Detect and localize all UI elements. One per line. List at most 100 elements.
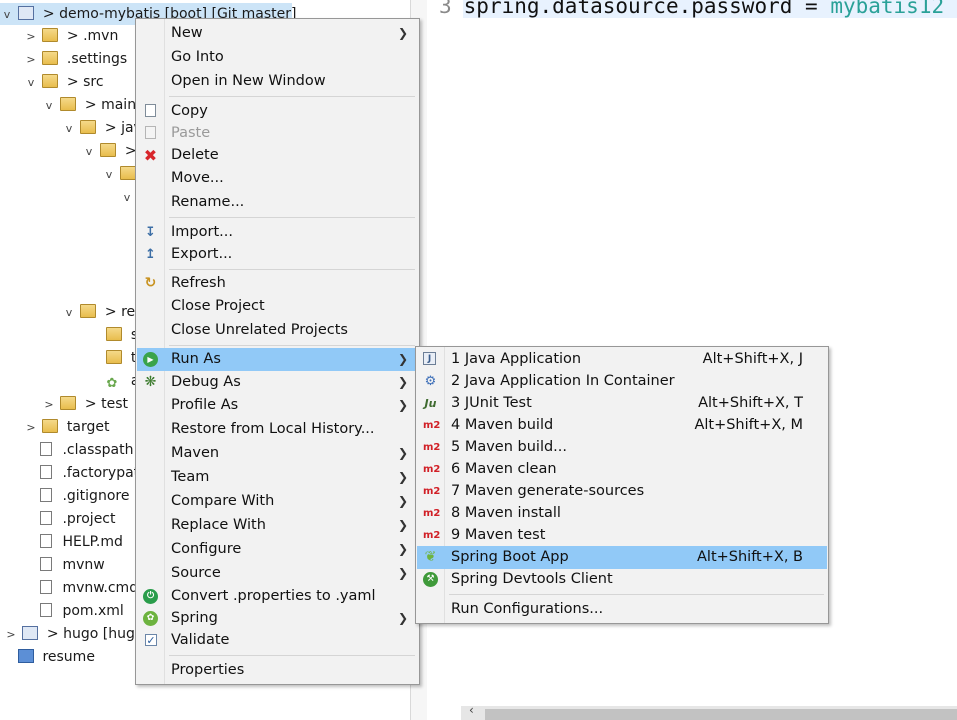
menu-item-profile-as[interactable]: Profile As ❯ [137, 394, 418, 417]
menu-label: Close Project [171, 298, 265, 314]
submenu-item-spring-boot-app[interactable]: ❦ Spring Boot App Alt+Shift+X, B [417, 546, 827, 569]
menu-item-debug-as[interactable]: ❋ Debug As ❯ [137, 371, 418, 394]
collapse-icon[interactable]: v [102, 164, 116, 186]
menu-item-compare-with[interactable]: Compare With ❯ [137, 490, 418, 513]
submenu-item-junit-test[interactable]: Ju 3 JUnit Test Alt+Shift+X, T [417, 392, 827, 415]
maven-icon: m2 [423, 464, 441, 475]
submenu-item-maven-build[interactable]: m2 4 Maven build Alt+Shift+X, M [417, 414, 827, 437]
tree-item-package[interactable]: v > [82, 140, 137, 162]
menu-item-validate[interactable]: ✓ Validate [137, 629, 418, 652]
tree-project-resume[interactable]: resume [18, 646, 95, 668]
expand-icon[interactable]: > [42, 394, 56, 416]
tree-item-resources[interactable]: v > re [62, 301, 135, 323]
menu-label: Export... [171, 246, 233, 262]
menu-item-configure[interactable]: Configure ❯ [137, 538, 418, 561]
menu-label: Run Configurations... [451, 601, 604, 617]
menu-item-properties[interactable]: Properties [137, 659, 418, 682]
menu-item-delete[interactable]: ✖ Delete [137, 144, 418, 167]
expand-icon[interactable]: > [4, 624, 18, 646]
menu-label: 7 Maven generate-sources [451, 483, 645, 499]
tree-item-project-file[interactable]: .project [38, 508, 116, 530]
export-icon: ↥ [145, 247, 156, 262]
tree-item-settings[interactable]: > .settings [24, 48, 127, 70]
menu-separator [449, 594, 824, 595]
menu-label: Convert .properties to .yaml [171, 588, 376, 604]
tree-item-classpath[interactable]: .classpath [38, 439, 134, 461]
menu-label: New [171, 25, 203, 41]
submenu-arrow-icon: ❯ [397, 398, 408, 412]
submenu-item-maven-build-dialog[interactable]: m2 5 Maven build... [417, 436, 827, 459]
tree-item-java[interactable]: v > jav [62, 117, 142, 139]
submenu-item-maven-clean[interactable]: m2 6 Maven clean [417, 458, 827, 481]
scroll-left-icon[interactable]: ‹ [469, 703, 474, 717]
menu-item-paste[interactable]: Paste [137, 122, 418, 145]
menu-item-move[interactable]: Move... [137, 167, 418, 190]
menu-item-maven[interactable]: Maven ❯ [137, 442, 418, 465]
menu-item-new[interactable]: New ❯ [137, 22, 418, 45]
menu-item-copy[interactable]: Copy [137, 100, 418, 123]
tree-item-main[interactable]: v > main [42, 94, 136, 116]
expand-icon[interactable]: > [24, 49, 38, 71]
tree-item-test[interactable]: > > test [42, 393, 128, 415]
menu-item-go-into[interactable]: Go Into [137, 46, 418, 69]
menu-item-source[interactable]: Source ❯ [137, 562, 418, 585]
tree-item-pom-xml[interactable]: pom.xml [38, 600, 124, 622]
collapse-icon[interactable]: v [120, 187, 134, 209]
submenu-arrow-icon: ❯ [397, 26, 408, 40]
submenu-item-run-configurations[interactable]: Run Configurations... [417, 598, 827, 621]
submenu-item-spring-devtools[interactable]: ⚒ Spring Devtools Client [417, 568, 827, 591]
collapse-icon[interactable]: v [24, 72, 38, 94]
tree-item-factorypath[interactable]: .factorypat [38, 462, 139, 484]
menu-item-convert-yaml[interactable]: ⏻ Convert .properties to .yaml [137, 585, 418, 608]
folder-icon [60, 97, 77, 111]
collapse-icon[interactable]: v [0, 4, 14, 26]
expand-icon[interactable]: > [24, 417, 38, 439]
submenu-item-maven-test[interactable]: m2 9 Maven test [417, 524, 827, 547]
folder-icon [80, 120, 97, 134]
submenu-item-maven-install[interactable]: m2 8 Maven install [417, 502, 827, 525]
tree-label: > .mvn [66, 28, 119, 44]
menu-item-spring[interactable]: ✿ Spring ❯ [137, 607, 418, 630]
menu-item-close-unrelated[interactable]: Close Unrelated Projects [137, 319, 418, 342]
line-number: 3 [439, 0, 452, 18]
menu-item-import[interactable]: ↧ Import... [137, 221, 418, 244]
expand-icon[interactable]: > [24, 26, 38, 48]
tree-item-src[interactable]: v > src [24, 71, 104, 93]
menu-item-rename[interactable]: Rename... [137, 191, 418, 214]
menu-separator [169, 217, 415, 218]
refresh-icon: ↻ [144, 275, 157, 291]
collapse-icon[interactable]: v [82, 141, 96, 163]
menu-item-open-new-window[interactable]: Open in New Window [137, 70, 418, 93]
tree-item-help-md[interactable]: HELP.md [38, 531, 123, 553]
tree-item-mvn[interactable]: > > .mvn [24, 25, 118, 47]
menu-label: Profile As [171, 397, 239, 413]
menu-item-restore-history[interactable]: Restore from Local History... [137, 418, 418, 441]
submenu-item-java-container[interactable]: ⚙ 2 Java Application In Container [417, 370, 827, 393]
scrollbar-thumb[interactable] [485, 709, 957, 720]
tree-item-mvnw[interactable]: mvnw [38, 554, 105, 576]
tree-item-gitignore[interactable]: .gitignore [38, 485, 129, 507]
menu-label: Rename... [171, 194, 245, 210]
submenu-arrow-icon: ❯ [397, 518, 408, 532]
collapse-icon[interactable]: v [62, 118, 76, 140]
tree-item-target[interactable]: > target [24, 416, 109, 438]
tree-project-hugo[interactable]: > > hugo [hug [4, 623, 135, 645]
menu-item-team[interactable]: Team ❯ [137, 466, 418, 489]
menu-label: Configure [171, 541, 242, 557]
code-line[interactable]: 3 spring.datasource.password = mybatis12 [439, 0, 944, 18]
horizontal-scrollbar[interactable]: ‹ [461, 703, 957, 720]
menu-label: Import... [171, 224, 233, 240]
collapse-icon[interactable]: v [62, 302, 76, 324]
menu-item-replace-with[interactable]: Replace With ❯ [137, 514, 418, 537]
menu-item-refresh[interactable]: ↻ Refresh [137, 272, 418, 295]
menu-item-export[interactable]: ↥ Export... [137, 243, 418, 266]
menu-item-close-project[interactable]: Close Project [137, 295, 418, 318]
submenu-item-maven-generate-sources[interactable]: m2 7 Maven generate-sources [417, 480, 827, 503]
submenu-item-java-application[interactable]: J 1 Java Application Alt+Shift+X, J [417, 348, 827, 371]
maven-icon: m2 [423, 530, 441, 541]
tree-item-nested[interactable]: v [120, 186, 134, 208]
tree-item-mvnw-cmd[interactable]: mvnw.cmd [38, 577, 138, 599]
submenu-arrow-icon: ❯ [397, 352, 408, 366]
menu-item-run-as[interactable]: ▶ Run As ❯ [137, 348, 418, 371]
collapse-icon[interactable]: v [42, 95, 56, 117]
